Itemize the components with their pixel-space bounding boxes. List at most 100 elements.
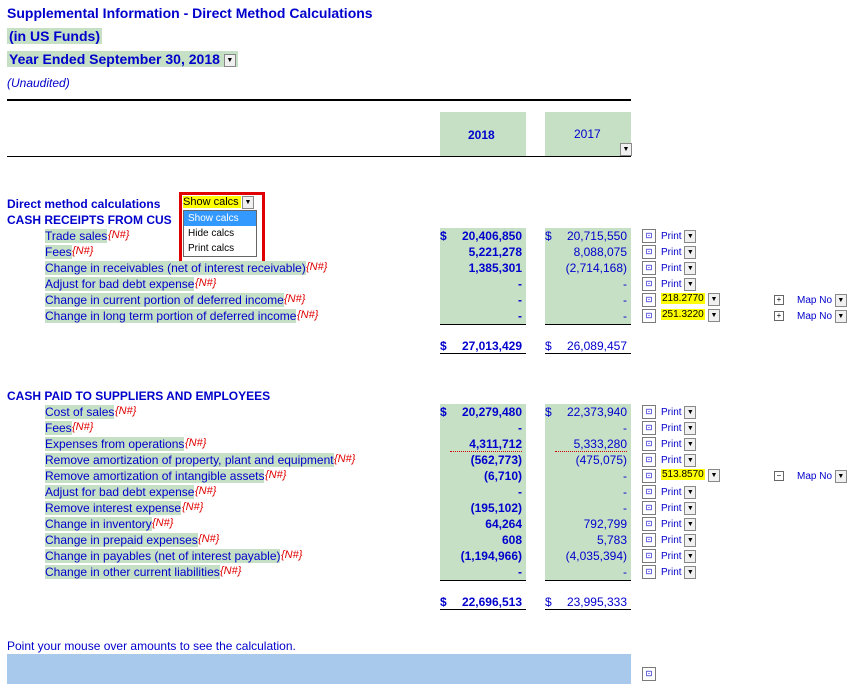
calc-icon[interactable]: ⊡	[642, 453, 656, 467]
value-2018[interactable]: 5,221,278	[450, 245, 522, 259]
paid-total-2018[interactable]: 22,696,513	[450, 595, 522, 609]
rate-field[interactable]: 218.2770	[661, 293, 705, 304]
receipts-total-2018[interactable]: 27,013,429	[450, 339, 522, 353]
collapse-icon[interactable]: −	[774, 471, 784, 481]
calc-icon[interactable]: ⊡	[642, 549, 656, 563]
print-select[interactable]: Print ▼	[661, 518, 697, 531]
chevron-down-icon[interactable]: ▼	[708, 293, 720, 306]
value-2017[interactable]: 8,088,075	[555, 245, 627, 259]
calc-icon[interactable]: ⊡	[642, 293, 656, 307]
value-2018[interactable]: 20,279,480	[450, 405, 522, 419]
chevron-down-icon[interactable]: ▼	[620, 143, 632, 156]
value-2018[interactable]: -	[450, 485, 522, 499]
print-select[interactable]: Print ▼	[661, 502, 697, 515]
value-2018[interactable]: -	[450, 277, 522, 291]
print-select[interactable]: Print ▼	[661, 534, 697, 547]
print-select[interactable]: Print ▼	[661, 422, 697, 435]
chevron-down-icon[interactable]: ▼	[684, 534, 697, 547]
value-2017[interactable]: 22,373,940	[555, 405, 627, 419]
value-2017[interactable]: -	[555, 565, 627, 579]
rate-field[interactable]: 251.3220	[661, 309, 705, 320]
value-2018[interactable]: (195,102)	[450, 501, 522, 515]
value-2018[interactable]: 1,385,301	[450, 261, 522, 275]
chevron-down-icon[interactable]: ▼	[684, 502, 697, 515]
chevron-down-icon[interactable]: ▼	[684, 262, 697, 275]
value-2018[interactable]: 608	[450, 533, 522, 547]
calc-icon[interactable]: ⊡	[642, 501, 656, 515]
print-select[interactable]: Print ▼	[661, 278, 697, 291]
value-2018[interactable]: -	[450, 421, 522, 435]
print-select[interactable]: Print ▼	[661, 230, 697, 243]
map-no-select[interactable]: Map No ▼	[797, 470, 847, 483]
chevron-down-icon[interactable]: ▼	[684, 406, 697, 419]
print-select[interactable]: Print ▼	[661, 454, 697, 467]
expand-icon[interactable]: +	[774, 311, 784, 321]
calc-icon[interactable]: ⊡	[642, 565, 656, 579]
value-2017[interactable]: (475,075)	[555, 453, 627, 467]
chevron-down-icon[interactable]: ▼	[834, 310, 847, 323]
print-select[interactable]: Print ▼	[661, 566, 697, 579]
map-no-select[interactable]: Map No ▼	[797, 310, 847, 323]
value-2018[interactable]: 20,406,850	[450, 229, 522, 243]
value-2017[interactable]: -	[555, 485, 627, 499]
print-select[interactable]: Print ▼	[661, 486, 697, 499]
expand-icon[interactable]: +	[774, 295, 784, 305]
value-2017[interactable]: -	[555, 501, 627, 515]
calc-icon[interactable]: ⊡	[642, 667, 656, 681]
paid-total-2017[interactable]: 23,995,333	[555, 595, 627, 609]
chevron-down-icon[interactable]: ▼	[684, 486, 697, 499]
value-2017[interactable]: (4,035,394)	[555, 549, 627, 563]
calc-icon[interactable]: ⊡	[642, 517, 656, 531]
value-2018[interactable]: -	[450, 565, 522, 579]
map-no-select[interactable]: Map No ▼	[797, 294, 847, 307]
calc-icon[interactable]: ⊡	[642, 245, 656, 259]
print-select[interactable]: Print ▼	[661, 262, 697, 275]
chevron-down-icon[interactable]: ▼	[834, 470, 847, 483]
calc-icon[interactable]: ⊡	[642, 533, 656, 547]
value-2017[interactable]: -	[555, 293, 627, 307]
chevron-down-icon[interactable]: ▼	[684, 278, 697, 291]
value-2017[interactable]: 5,333,280	[555, 437, 627, 452]
value-2018[interactable]: (6,710)	[450, 469, 522, 483]
calc-icon[interactable]: ⊡	[642, 277, 656, 291]
chevron-down-icon[interactable]: ▼	[684, 566, 697, 579]
calc-icon[interactable]: ⊡	[642, 469, 656, 483]
value-2018[interactable]: (1,194,966)	[450, 549, 522, 563]
value-2018[interactable]: (562,773)	[450, 453, 522, 467]
value-2017[interactable]: -	[555, 309, 627, 323]
chevron-down-icon[interactable]: ▼	[684, 422, 697, 435]
value-2017[interactable]: 5,783	[555, 533, 627, 547]
chevron-down-icon[interactable]: ▼	[834, 294, 847, 307]
value-2017[interactable]: 20,715,550	[555, 229, 627, 243]
print-select[interactable]: Print ▼	[661, 406, 697, 419]
chevron-down-icon[interactable]: ▼	[684, 550, 697, 563]
chevron-down-icon[interactable]: ▼	[684, 230, 697, 243]
chevron-down-icon[interactable]: ▼	[684, 438, 697, 451]
calc-icon[interactable]: ⊡	[642, 421, 656, 435]
value-2018[interactable]: -	[450, 309, 522, 323]
value-2017[interactable]: -	[555, 421, 627, 435]
calc-icon[interactable]: ⊡	[642, 437, 656, 451]
year-selector[interactable]: Year Ended September 30, 2018 ▼	[7, 51, 238, 67]
calc-icon[interactable]: ⊡	[642, 405, 656, 419]
value-2018[interactable]: 64,264	[450, 517, 522, 531]
chevron-down-icon[interactable]: ▼	[223, 53, 236, 67]
print-select[interactable]: Print ▼	[661, 438, 697, 451]
chevron-down-icon[interactable]: ▼	[684, 454, 697, 467]
chevron-down-icon[interactable]: ▼	[708, 309, 720, 322]
rate-field[interactable]: 513.8570	[661, 469, 705, 480]
calc-icon[interactable]: ⊡	[642, 229, 656, 243]
print-select[interactable]: Print ▼	[661, 246, 697, 259]
calc-icon[interactable]: ⊡	[642, 485, 656, 499]
chevron-down-icon[interactable]: ▼	[684, 246, 697, 259]
value-2017[interactable]: -	[555, 277, 627, 291]
calc-icon[interactable]: ⊡	[642, 261, 656, 275]
calc-icon[interactable]: ⊡	[642, 309, 656, 323]
value-2017[interactable]: -	[555, 469, 627, 483]
value-2018[interactable]: 4,311,712	[450, 437, 522, 452]
value-2017[interactable]: (2,714,168)	[555, 261, 627, 275]
chevron-down-icon[interactable]: ▼	[684, 518, 697, 531]
chevron-down-icon[interactable]: ▼	[708, 469, 720, 482]
receipts-total-2017[interactable]: 26,089,457	[555, 339, 627, 353]
print-select[interactable]: Print ▼	[661, 550, 697, 563]
